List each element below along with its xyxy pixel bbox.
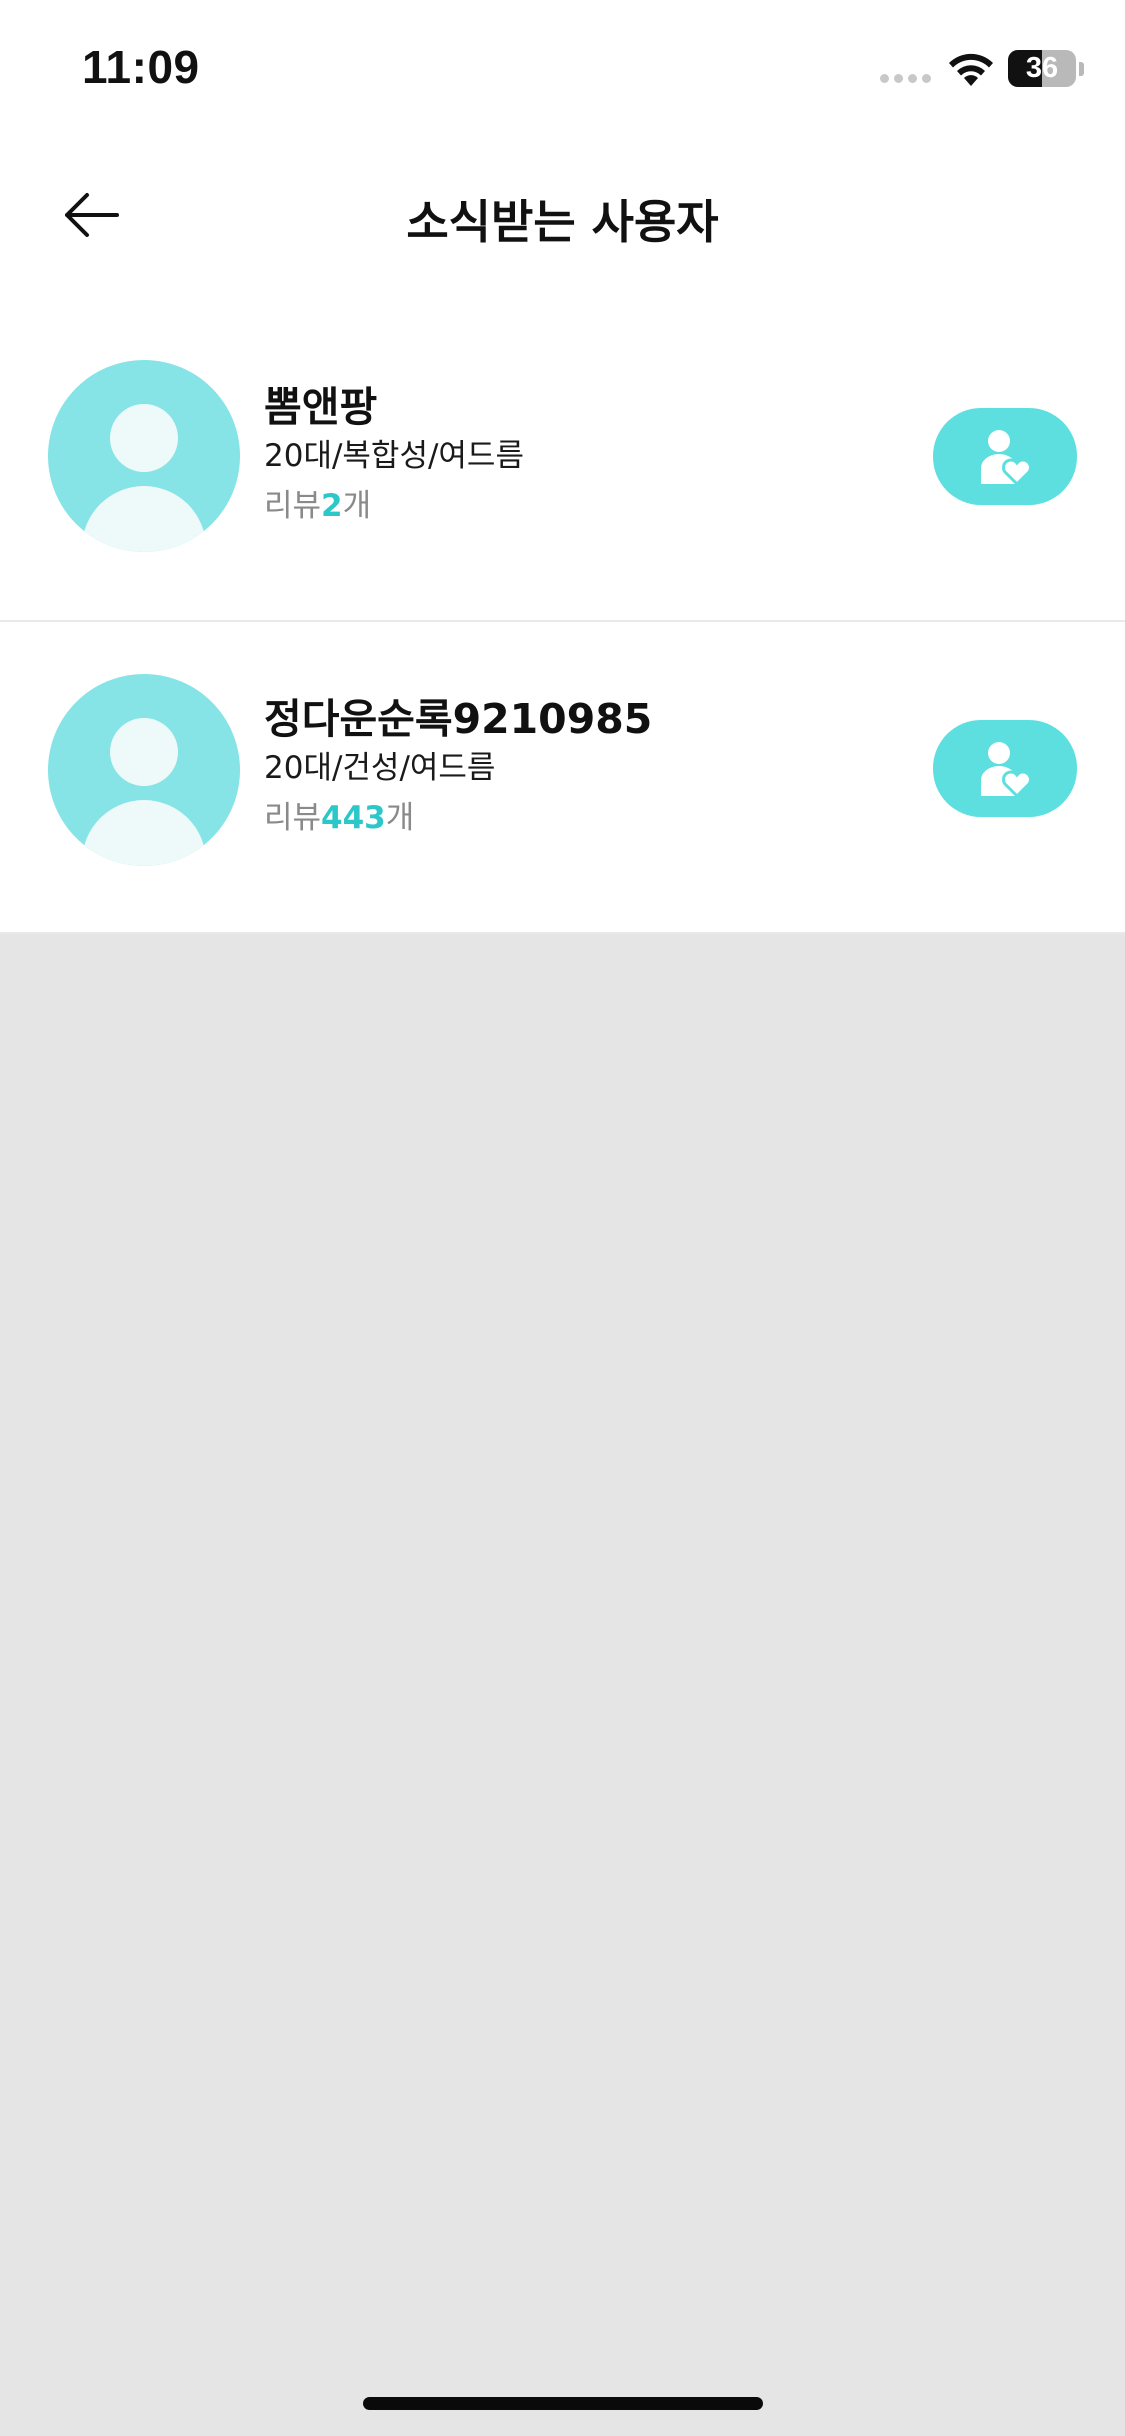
review-prefix: 리뷰 [264,800,322,836]
review-count-number: 2 [321,488,343,524]
default-avatar-icon[interactable] [48,360,240,552]
user-meta: 20대/건성/여드름 [264,750,496,786]
person-heart-icon [981,429,1032,486]
review-count-number: 443 [321,800,386,836]
wifi-icon [949,53,993,86]
user-meta: 20대/복합성/여드름 [264,438,524,474]
status-time: 11:09 [82,41,200,93]
home-indicator[interactable] [363,2397,763,2410]
follower-list: 뽐앤팡 20대/복합성/여드름 리뷰2개 정다운순록9210985 20대/건성… [0,310,1125,934]
person-heart-icon [981,741,1032,798]
battery-icon: 36 [1008,50,1076,87]
follow-toggle-button[interactable] [933,720,1077,817]
user-info: 정다운순록9210985 20대/건성/여드름 리뷰443개 [264,694,652,840]
battery-level: 36 [1025,52,1059,84]
page-title: 소식받는 사용자 [406,195,719,249]
user-name[interactable]: 정다운순록9210985 [264,694,652,744]
review-count: 리뷰2개 [264,484,524,528]
default-avatar-icon[interactable] [48,674,240,866]
cellular-signal-icon [880,74,931,83]
review-prefix: 리뷰 [264,488,322,524]
user-name[interactable]: 뽐앤팡 [264,382,524,432]
follow-toggle-button[interactable] [933,408,1077,505]
list-item[interactable]: 뽐앤팡 20대/복합성/여드름 리뷰2개 [0,310,1125,622]
review-suffix: 개 [385,800,415,836]
header-area: 11:09 36 소식받는 사용자 [0,0,1125,310]
review-count: 리뷰443개 [264,796,652,840]
user-info: 뽐앤팡 20대/복합성/여드름 리뷰2개 [264,382,524,528]
list-item[interactable]: 정다운순록9210985 20대/건성/여드름 리뷰443개 [0,622,1125,934]
review-suffix: 개 [342,488,372,524]
